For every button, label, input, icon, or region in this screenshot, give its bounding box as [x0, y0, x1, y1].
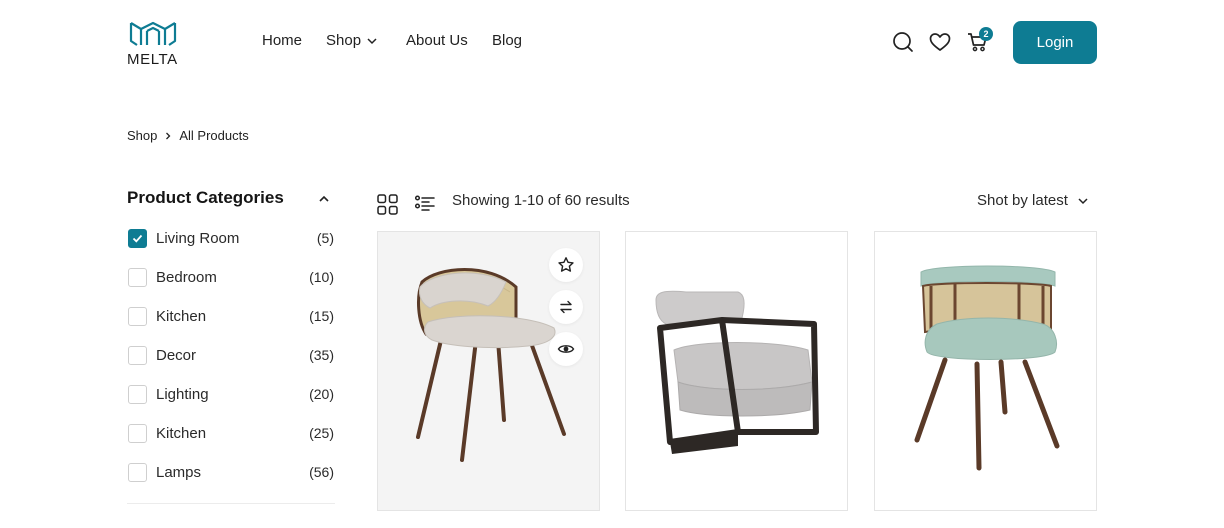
category-checkbox[interactable] [128, 346, 147, 365]
check-icon [132, 234, 143, 243]
category-kitchen[interactable]: Kitchen (15) [128, 306, 336, 328]
compare-button[interactable] [549, 290, 583, 324]
cart-count-badge: 2 [979, 27, 993, 41]
category-count: (25) [309, 425, 334, 441]
categories-title: Product Categories [127, 188, 284, 207]
wishlist-button[interactable] [549, 248, 583, 282]
category-label: Lighting [156, 386, 209, 403]
search-icon[interactable] [891, 30, 915, 54]
category-label: Living Room [156, 230, 240, 247]
product-card[interactable] [625, 231, 848, 511]
category-checkbox[interactable] [128, 424, 147, 443]
category-label: Kitchen [156, 308, 207, 325]
nav-about-us[interactable]: About Us [406, 32, 468, 50]
compare-icon [560, 300, 572, 314]
category-living-room[interactable]: Living Room (5) [128, 228, 336, 250]
category-checkbox[interactable] [128, 229, 147, 248]
chevron-right-icon [166, 132, 171, 139]
category-lamps[interactable]: Lamps (56) [128, 462, 336, 484]
chevron-up-icon[interactable] [317, 192, 331, 206]
breadcrumb-shop[interactable]: Shop [127, 128, 157, 143]
sort-dropdown[interactable]: Shot by latest [977, 192, 1088, 209]
nav-shop[interactable]: Shop [326, 32, 377, 50]
category-count: (10) [309, 269, 334, 285]
category-bedroom[interactable]: Bedroom (10) [128, 267, 336, 289]
category-checkbox[interactable] [128, 307, 147, 326]
logo[interactable]: MELTA [127, 19, 179, 68]
product-image[interactable] [626, 232, 847, 510]
category-label: Decor [156, 347, 197, 364]
category-count: (20) [309, 386, 334, 402]
eye-icon [557, 345, 575, 353]
chevron-down-icon [367, 38, 377, 45]
breadcrumb: Shop All Products [127, 128, 249, 143]
chevron-down-icon [1078, 198, 1088, 205]
product-card[interactable] [377, 231, 600, 511]
results-count: Showing 1-10 of 60 results [452, 192, 630, 209]
category-decor[interactable]: Decor (35) [128, 345, 336, 367]
category-lighting[interactable]: Lighting (20) [128, 384, 336, 406]
category-label: Bedroom [156, 269, 217, 286]
login-button[interactable]: Login [1013, 21, 1097, 64]
nav-home[interactable]: Home [262, 32, 302, 50]
quick-view-button[interactable] [549, 332, 583, 366]
nav-blog[interactable]: Blog [492, 32, 522, 50]
nav-shop-label: Shop [326, 32, 362, 49]
list-view-icon[interactable] [415, 195, 435, 213]
category-count: (35) [309, 347, 334, 363]
breadcrumb-current: All Products [179, 128, 249, 143]
category-checkbox[interactable] [128, 268, 147, 287]
category-label: Kitchen [156, 425, 207, 442]
heart-icon[interactable] [928, 30, 952, 54]
product-image[interactable] [875, 232, 1096, 510]
grid-view-icon[interactable] [377, 194, 398, 215]
category-checkbox[interactable] [128, 463, 147, 482]
logo-mark-icon [129, 21, 177, 46]
star-icon [558, 257, 574, 272]
logo-text: MELTA [127, 51, 178, 68]
category-count: (56) [309, 464, 334, 480]
category-kitchen-2[interactable]: Kitchen (25) [128, 423, 336, 445]
sidebar-divider [127, 503, 335, 504]
category-checkbox[interactable] [128, 385, 147, 404]
sort-label: Shot by latest [977, 192, 1068, 209]
category-count: (5) [316, 230, 334, 246]
product-card[interactable] [874, 231, 1097, 511]
category-count: (15) [309, 308, 334, 324]
category-label: Lamps [156, 464, 202, 481]
